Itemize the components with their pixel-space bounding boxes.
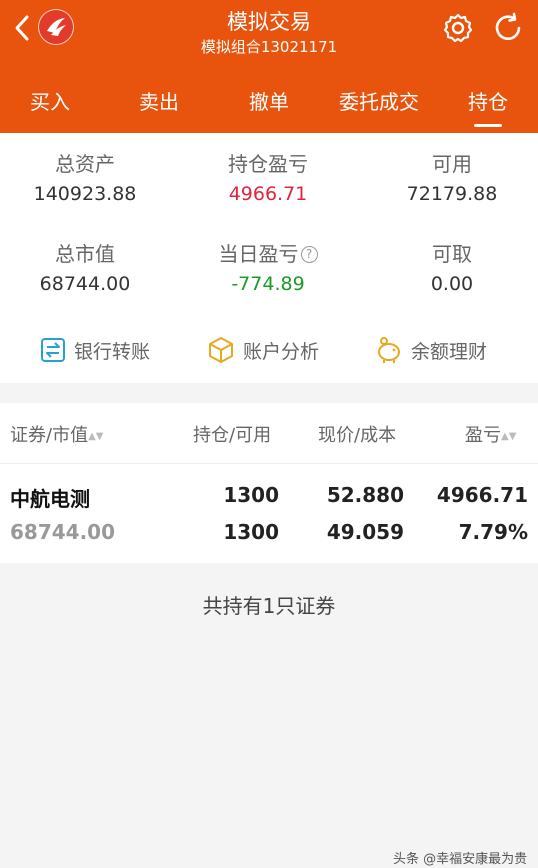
- refresh-icon[interactable]: [492, 12, 524, 44]
- position-pl-value: 4966.71: [228, 183, 308, 205]
- cost-price: 49.059: [326, 520, 404, 544]
- daily-pl-label-row: 当日盈亏?: [178, 240, 358, 268]
- positions-table: 证券/市值▲▼ 持仓/可用 现价/成本 盈亏▲▼ 中航电测 68744.00 1…: [0, 403, 538, 563]
- available-funds: 可用 72179.88: [362, 150, 538, 208]
- header-pl: 盈亏: [465, 425, 501, 446]
- box-icon: [209, 337, 233, 363]
- tab-cancel[interactable]: 撤单: [249, 86, 289, 115]
- bank-transfer-icon: [41, 338, 65, 362]
- header-pl-sort[interactable]: 盈亏▲▼: [465, 421, 516, 447]
- header-position: 持仓/可用: [193, 425, 272, 446]
- service-shortcuts: 银行转账 账户分析 余额理财: [0, 318, 538, 382]
- withdrawable-value: 0.00: [430, 273, 474, 295]
- help-icon[interactable]: ?: [300, 246, 318, 263]
- profit-loss: 4966.71: [436, 483, 528, 507]
- available-qty: 1300: [223, 520, 279, 544]
- market-value: 总市值 68744.00: [0, 240, 175, 298]
- piggy-bank-icon: [378, 337, 400, 363]
- daily-pl-value: -774.89: [231, 273, 305, 295]
- position-pl: 持仓盈亏 4966.71: [178, 150, 358, 208]
- watermark: 头条 @幸福安康最为贵: [393, 852, 528, 867]
- available-value: 72179.88: [406, 183, 498, 205]
- tab-positions[interactable]: 持仓: [468, 86, 508, 115]
- top-bar: 模拟交易 模拟组合13021171 买入 卖出 撤单 委托成交 持仓: [0, 0, 538, 133]
- sort-icon: ▲▼: [88, 431, 104, 442]
- market-value-label: 总市值: [55, 242, 115, 266]
- balance-wealth-label: 余额理财: [411, 340, 488, 363]
- header-divider: [0, 463, 538, 464]
- trade-tabs: 买入 卖出 撤单 委托成交 持仓: [0, 70, 538, 130]
- position-pl-label: 持仓盈亏: [228, 152, 308, 176]
- position-qty: 1300: [223, 483, 279, 507]
- active-tab-indicator: [474, 124, 502, 127]
- market-value-value: 68744.00: [39, 273, 131, 295]
- holdings-count: 共持有1只证券: [202, 594, 336, 618]
- header-security: 证券/市值: [10, 425, 89, 446]
- profit-loss-pct: 7.79%: [458, 520, 528, 544]
- tab-buy[interactable]: 买入: [30, 86, 70, 115]
- account-analysis-label: 账户分析: [243, 340, 320, 363]
- bank-transfer-label: 银行转账: [74, 340, 151, 363]
- current-price: 52.880: [326, 483, 404, 507]
- available-label: 可用: [432, 152, 472, 176]
- bank-transfer-button[interactable]: 银行转账: [40, 336, 150, 364]
- stock-name: 中航电测: [10, 487, 90, 511]
- total-assets: 总资产 140923.88: [0, 150, 175, 208]
- stock-market-value: 68744.00: [10, 520, 116, 544]
- tab-sell[interactable]: 卖出: [139, 86, 179, 115]
- daily-pl: 当日盈亏? -774.89: [178, 240, 358, 298]
- withdrawable-funds: 可取 0.00: [362, 240, 538, 298]
- total-assets-value: 140923.88: [33, 183, 137, 205]
- sort-icon: ▲▼: [501, 431, 517, 442]
- tab-orders-fills[interactable]: 委托成交: [339, 86, 419, 115]
- header-security-sort[interactable]: 证券/市值▲▼: [10, 421, 103, 447]
- gear-icon[interactable]: [442, 12, 474, 44]
- withdrawable-label: 可取: [432, 242, 472, 266]
- total-assets-label: 总资产: [55, 152, 115, 176]
- header-price: 现价/成本: [318, 425, 397, 446]
- account-analysis-button[interactable]: 账户分析: [207, 336, 319, 364]
- daily-pl-label: 当日盈亏: [218, 242, 299, 266]
- balance-wealth-button[interactable]: 余额理财: [375, 336, 487, 364]
